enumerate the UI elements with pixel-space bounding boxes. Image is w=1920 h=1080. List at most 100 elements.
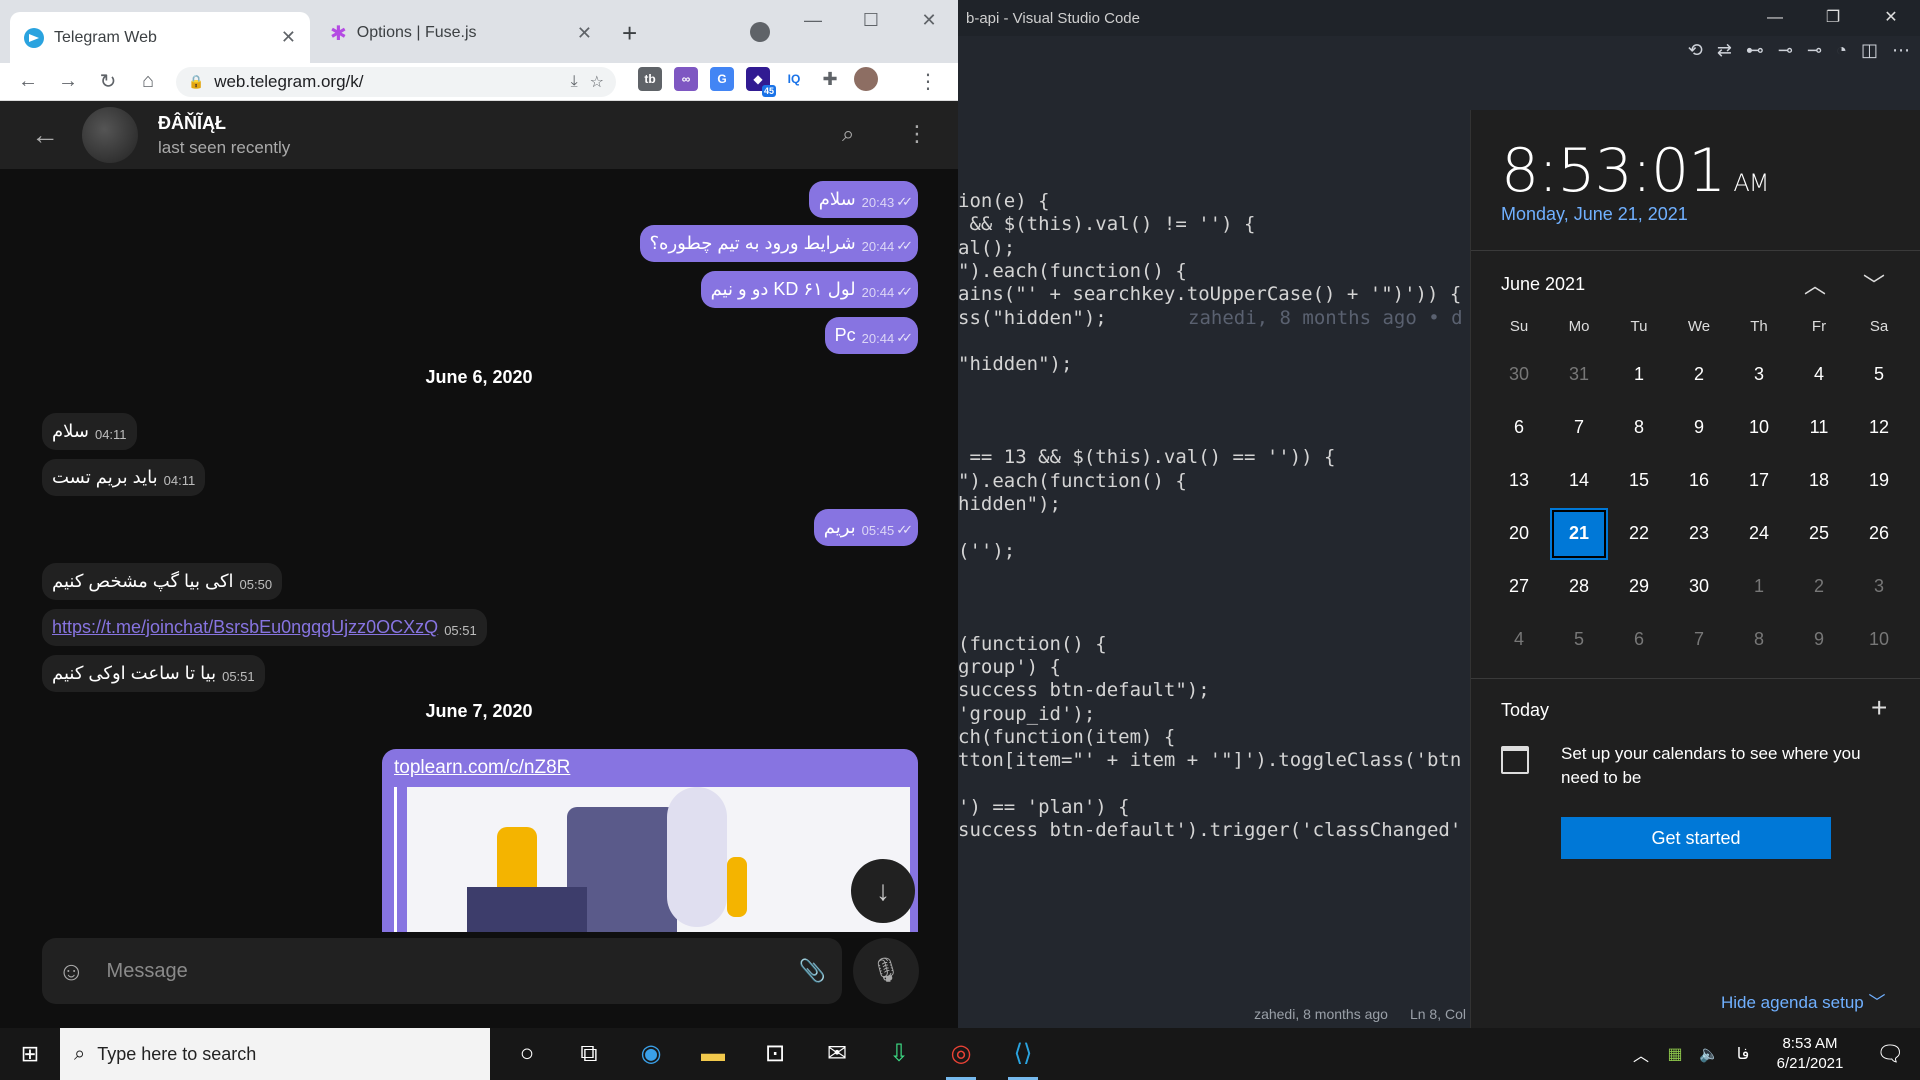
calendar-day[interactable]: 6 [1609, 613, 1669, 666]
tab-telegram[interactable]: Telegram Web ✕ [10, 12, 310, 63]
hide-agenda-link[interactable]: Hide agenda setup ﹀ [1721, 988, 1885, 1013]
incoming-message[interactable]: اکی بیا گپ مشخص کنیم 05:50 [42, 563, 283, 600]
volume-icon[interactable]: 🔈 [1692, 1044, 1726, 1064]
back-arrow-icon[interactable]: ← [0, 119, 90, 151]
close-icon[interactable]: ✕ [1862, 0, 1920, 36]
calendar-day[interactable]: 2 [1669, 348, 1729, 401]
split-editor-icon[interactable]: ◫ [1861, 40, 1878, 61]
extension-iq-icon[interactable]: IQ [782, 67, 806, 91]
lock-icon[interactable]: 🔒 [188, 74, 204, 90]
outgoing-message[interactable]: شرایط ورود به تیم چطوره؟ 20:44 ✓✓ [639, 225, 918, 262]
calendar-day[interactable]: 10 [1849, 613, 1909, 666]
timeline-icon[interactable]: ⟲ [1688, 40, 1703, 61]
calendar-day[interactable]: 18 [1789, 454, 1849, 507]
link-preview-message[interactable]: toplearn.com/c/nZ8R [382, 749, 918, 932]
tab-fusejs[interactable]: ✱ Options | Fuse.js ✕ [316, 12, 606, 54]
calendar-day[interactable]: 28 [1549, 560, 1609, 613]
install-app-icon[interactable]: ⤓ [571, 73, 578, 91]
compare-icon[interactable]: ⇄ [1717, 40, 1732, 61]
calendar-day[interactable]: 8 [1609, 401, 1669, 454]
status-blame[interactable]: zahedi, 8 months ago [1254, 1006, 1388, 1022]
close-tab-icon[interactable]: ✕ [281, 27, 296, 48]
bookmark-star-icon[interactable]: ☆ [590, 72, 604, 92]
message-link[interactable]: https://t.me/joinchat/BsrsbEu0ngqgUjzz0O… [52, 617, 438, 638]
calendar-day[interactable]: 3 [1849, 560, 1909, 613]
clock-date[interactable]: Monday, June 21, 2021 [1501, 204, 1688, 225]
more-actions-icon[interactable]: ⋯ [1892, 40, 1910, 61]
url-text[interactable]: web.telegram.org/k/ [214, 72, 558, 92]
calendar-day[interactable]: 11 [1789, 401, 1849, 454]
search-icon[interactable]: ⌕ [842, 121, 854, 147]
network-app-icon[interactable]: ▦ [1658, 1044, 1692, 1064]
incoming-message[interactable]: باید بریم تست 04:11 [42, 459, 206, 496]
minimize-icon[interactable]: — [784, 0, 842, 40]
windows-start-icon[interactable]: ⊞ [0, 1041, 60, 1067]
attach-icon[interactable]: 📎 [799, 958, 826, 984]
calendar-day[interactable]: 30 [1489, 348, 1549, 401]
restore-icon[interactable]: ❐ [1804, 0, 1862, 36]
outgoing-message[interactable]: Pc 20:44 ✓✓ [824, 317, 918, 354]
calendar-day[interactable]: 14 [1549, 454, 1609, 507]
calendar-month-title[interactable]: June 2021 [1501, 274, 1585, 295]
blame-icon[interactable]: ◔ [1836, 40, 1847, 61]
calendar-day[interactable]: 13 [1489, 454, 1549, 507]
calendar-day[interactable]: 7 [1549, 401, 1609, 454]
outgoing-message[interactable]: سلام 20:43 ✓✓ [808, 181, 918, 218]
commit-next-icon[interactable]: ⊸ [1807, 40, 1822, 61]
get-started-button[interactable]: Get started [1561, 817, 1831, 859]
calendar-day[interactable]: 1 [1609, 348, 1669, 401]
status-cursor-position[interactable]: Ln 8, Col [1410, 1006, 1466, 1022]
calendar-day[interactable]: 23 [1669, 507, 1729, 560]
calendar-day[interactable]: 6 [1489, 401, 1549, 454]
incoming-message[interactable]: سلام 04:11 [42, 413, 137, 450]
calendar-day[interactable]: 2 [1789, 560, 1849, 613]
taskbar-clock[interactable]: 8:53 AM 6/21/2021 [1760, 1034, 1860, 1074]
extension-badge-icon[interactable]: ◆ 45 [746, 67, 776, 97]
outgoing-message[interactable]: لول ۶۱ KD دو و نیم 20:44 ✓✓ [700, 271, 918, 308]
mail-icon[interactable]: ✉ [806, 1028, 868, 1080]
chevron-up-icon[interactable]: ︿ [1624, 1042, 1658, 1066]
calendar-day[interactable]: 7 [1669, 613, 1729, 666]
emoji-icon[interactable]: ☺ [58, 956, 85, 987]
forward-icon[interactable]: → [48, 70, 88, 93]
taskbar-search[interactable]: ⌕ Type here to search [60, 1028, 490, 1080]
calendar-day[interactable]: 30 [1669, 560, 1729, 613]
vscode-icon[interactable]: ⟨⟩ [992, 1028, 1054, 1080]
notifications-icon[interactable]: 🗨 [1860, 1041, 1920, 1067]
tab-search-icon[interactable] [750, 22, 770, 42]
calendar-day[interactable]: 25 [1789, 507, 1849, 560]
scroll-to-bottom-button[interactable]: ↓ [851, 859, 915, 923]
calendar-day[interactable]: 16 [1669, 454, 1729, 507]
profile-avatar[interactable] [854, 67, 878, 91]
extension-colorful-icon[interactable]: ∞ [674, 67, 698, 91]
calendar-day[interactable]: 3 [1729, 348, 1789, 401]
preview-image[interactable] [407, 787, 910, 932]
calendar-day[interactable]: 26 [1849, 507, 1909, 560]
calendar-day[interactable]: 24 [1729, 507, 1789, 560]
commit-prev-icon[interactable]: ⊸ [1778, 40, 1793, 61]
add-event-icon[interactable]: + [1871, 692, 1887, 724]
calendar-day[interactable]: 19 [1849, 454, 1909, 507]
extensions-puzzle-icon[interactable]: ✚ [818, 67, 842, 91]
chevron-up-icon[interactable]: ︿ [1804, 268, 1826, 300]
new-tab-button[interactable]: + [622, 18, 637, 49]
minimize-icon[interactable]: — [1746, 0, 1804, 36]
calendar-day[interactable]: 31 [1549, 348, 1609, 401]
calendar-day[interactable]: 5 [1549, 613, 1609, 666]
message-input[interactable] [106, 959, 799, 983]
extension-tb-icon[interactable]: tb [638, 67, 662, 91]
edge-icon[interactable]: ◉ [620, 1028, 682, 1080]
chevron-down-icon[interactable]: ﹀ [1863, 268, 1885, 300]
address-bar[interactable]: 🔒 web.telegram.org/k/ ⤓ ☆ [176, 66, 616, 97]
close-icon[interactable]: ✕ [900, 0, 958, 40]
calendar-day[interactable]: 20 [1489, 507, 1549, 560]
calendar-day[interactable]: 10 [1729, 401, 1789, 454]
google-translate-icon[interactable]: G [710, 67, 734, 91]
outgoing-message[interactable]: بریم 05:45 ✓✓ [813, 509, 918, 546]
chat-messages[interactable]: سلام 20:43 ✓✓ شرایط ورود به تیم چطوره؟ 20:44… [0, 169, 958, 932]
input-language[interactable]: فا [1726, 1044, 1760, 1064]
calendar-day[interactable]: 22 [1609, 507, 1669, 560]
peer-info[interactable]: ĐÂŇĨĄŁ last seen recently [158, 113, 290, 158]
cortana-icon[interactable]: ○ [496, 1028, 558, 1080]
back-icon[interactable]: ← [8, 70, 48, 93]
